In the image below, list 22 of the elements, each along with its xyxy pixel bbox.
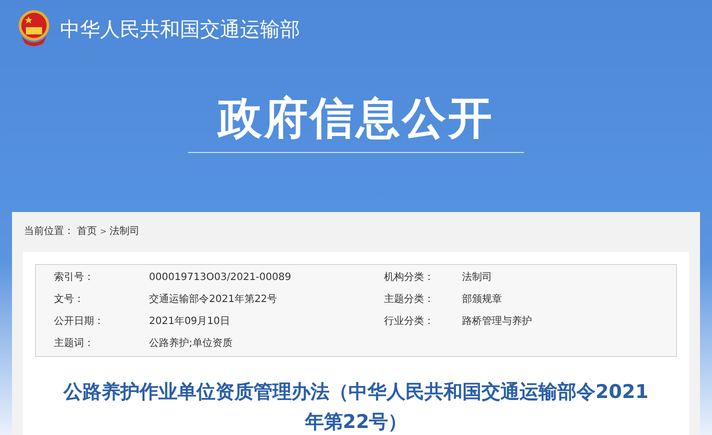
info-label: 索引号： <box>54 270 95 285</box>
emblem-icon <box>16 9 52 49</box>
info-value: 部颁规章 <box>462 292 503 307</box>
breadcrumb-separator: > <box>100 226 107 236</box>
info-label: 文号： <box>54 292 85 307</box>
banner-title: 政府信息公开 <box>188 89 524 153</box>
breadcrumb-link[interactable]: 首页 <box>77 224 97 238</box>
info-label: 主题词： <box>54 336 95 351</box>
info-value: 000019713O03/2021-00089 <box>149 271 292 285</box>
info-value: 路桥管理与养护 <box>462 314 533 329</box>
info-value: 2021年09月10日 <box>149 315 231 329</box>
site-name: 中华人民共和国交通运输部 <box>60 16 300 42</box>
info-label: 主题分类： <box>384 292 435 307</box>
info-label: 机构分类： <box>384 270 435 285</box>
info-value: 法制司 <box>462 270 493 285</box>
info-label: 公开日期： <box>54 314 105 329</box>
article-title: 公路养护作业单位资质管理办法（中华人民共和国交通运输部令2021年第22号） <box>62 380 650 435</box>
breadcrumb-label: 当前位置： <box>24 224 74 238</box>
info-value: 交通运输部令2021年第22号 <box>149 292 278 307</box>
info-value: 公路养护;单位资质 <box>149 336 234 351</box>
breadcrumb-link[interactable]: 法制司 <box>110 224 140 238</box>
info-label: 行业分类： <box>384 314 435 329</box>
